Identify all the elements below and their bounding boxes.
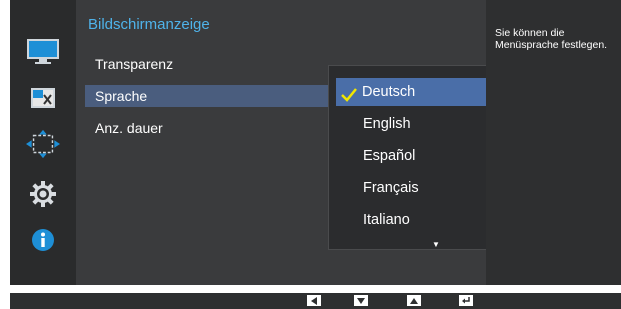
info-icon[interactable]: [26, 224, 60, 256]
dropdown-option-label: Italiano: [363, 212, 410, 228]
dropdown-option-label: English: [363, 116, 411, 132]
scroll-down-icon[interactable]: ▼: [432, 240, 440, 249]
screen-adjust-icon[interactable]: [26, 82, 60, 114]
up-arrow-key-icon: [407, 295, 421, 306]
menu-item-transparency[interactable]: Transparenz: [88, 53, 173, 75]
osd-menu: Bildschirmanzeige Transparenz Sprache An…: [10, 0, 621, 285]
dropdown-option-label: Español: [363, 148, 416, 164]
gear-icon[interactable]: [26, 178, 60, 210]
help-text: Sie können die Menüsprache festlegen.: [495, 27, 608, 51]
checkmark-icon: [341, 84, 357, 112]
picture-icon[interactable]: [26, 36, 60, 68]
dropdown-option-label: Deutsch: [362, 84, 416, 100]
sidebar: [10, 0, 76, 285]
enter-key-icon: [459, 295, 473, 306]
main-panel: Bildschirmanzeige Transparenz Sprache An…: [76, 0, 548, 285]
control-key-bar: [10, 293, 621, 309]
menu-item-language[interactable]: Sprache: [85, 85, 355, 107]
down-arrow-key-icon: [354, 295, 368, 306]
left-arrow-key-icon: [307, 295, 321, 306]
help-panel: Sie können die Menüsprache festlegen.: [486, 0, 621, 285]
page-title: Bildschirmanzeige: [88, 16, 210, 33]
dropdown-option-label: Français: [363, 180, 419, 196]
menu-item-display-time[interactable]: Anz. dauer: [88, 117, 163, 139]
position-icon[interactable]: [26, 128, 60, 160]
